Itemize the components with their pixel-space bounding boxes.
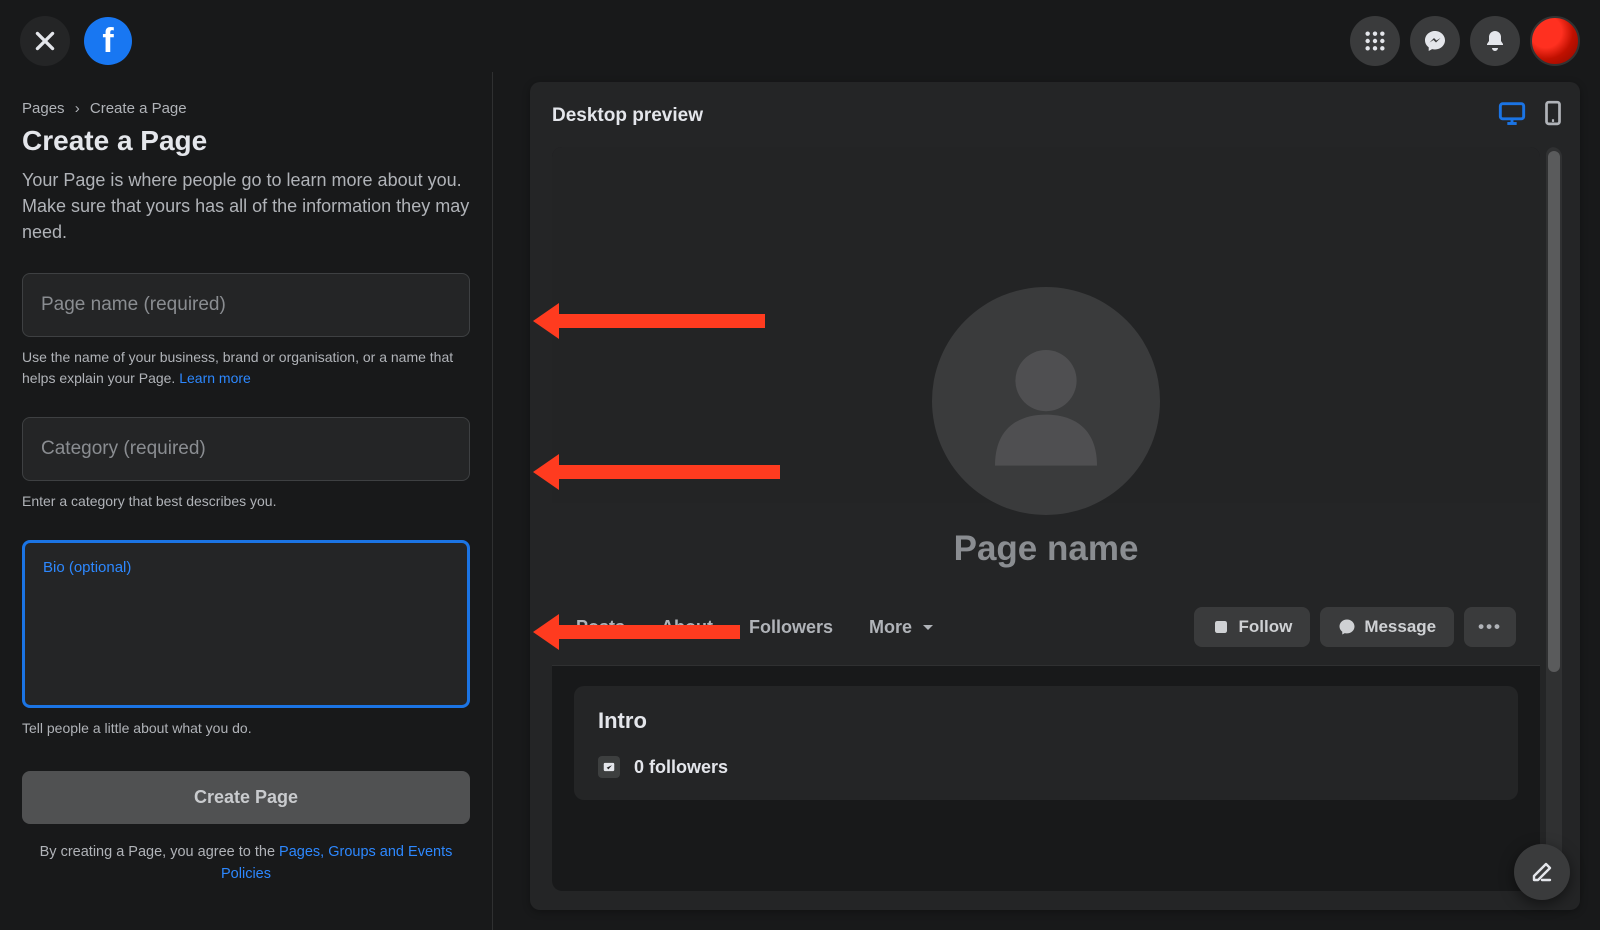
preview-scrollbar[interactable]	[1546, 147, 1562, 891]
tab-followers[interactable]: Followers	[749, 617, 833, 638]
menu-grid-button[interactable]	[1350, 16, 1400, 66]
preview-title: Desktop preview	[552, 105, 703, 127]
followers-count: 0 followers	[634, 757, 728, 778]
follow-icon	[1212, 618, 1230, 636]
app-header: f	[0, 0, 1600, 72]
page-name-input[interactable]: Page name (required)	[22, 273, 470, 337]
message-button[interactable]: Message	[1320, 607, 1454, 647]
close-icon	[32, 28, 58, 54]
mobile-icon	[1544, 100, 1562, 126]
messenger-icon	[1423, 29, 1447, 53]
compose-icon	[1530, 860, 1554, 884]
preview-content: Page name Posts About Followers More Fol…	[552, 147, 1540, 891]
breadcrumb: Pages › Create a Page	[22, 100, 470, 117]
tab-more[interactable]: More	[869, 617, 934, 638]
device-toggle	[1498, 100, 1562, 131]
desktop-preview-button[interactable]	[1498, 101, 1526, 130]
category-helper: Enter a category that best describes you…	[22, 491, 470, 512]
legal-text: By creating a Page, you agree to the Pag…	[22, 842, 470, 886]
messenger-button[interactable]	[1410, 16, 1460, 66]
chevron-down-icon	[922, 623, 934, 633]
compose-fab[interactable]	[1514, 844, 1570, 900]
breadcrumb-separator: ›	[75, 100, 80, 117]
breadcrumb-root[interactable]: Pages	[22, 100, 65, 117]
header-right	[1350, 16, 1580, 66]
preview-panel: Desktop preview Page name Posts	[530, 82, 1580, 910]
desktop-icon	[1498, 101, 1526, 125]
scrollbar-thumb[interactable]	[1548, 151, 1560, 672]
notifications-button[interactable]	[1470, 16, 1520, 66]
followers-badge-icon	[598, 756, 620, 778]
profile-avatar[interactable]	[1530, 16, 1580, 66]
profile-photo-placeholder	[932, 287, 1160, 515]
preview-page-name: Page name	[552, 529, 1540, 569]
page-header: Page name	[552, 503, 1540, 599]
bio-helper: Tell people a little about what you do.	[22, 718, 470, 739]
bio-label: Bio (optional)	[43, 559, 131, 576]
intro-title: Intro	[598, 708, 1494, 734]
create-page-button[interactable]: Create Page	[22, 771, 470, 824]
page-description: Your Page is where people go to learn mo…	[22, 167, 470, 245]
bio-input[interactable]: Bio (optional)	[22, 540, 470, 708]
create-page-sidebar: Pages › Create a Page Create a Page Your…	[0, 72, 493, 930]
followers-row: 0 followers	[598, 756, 1494, 778]
avatar-placeholder-icon	[961, 316, 1131, 486]
breadcrumb-current: Create a Page	[90, 100, 187, 117]
menu-grid-icon	[1364, 30, 1386, 52]
preview-actions: Follow Message •••	[1194, 607, 1516, 647]
message-icon	[1338, 618, 1356, 636]
bell-icon	[1483, 29, 1507, 53]
annotation-arrow	[555, 625, 740, 639]
learn-more-link[interactable]: Learn more	[179, 370, 251, 386]
intro-card: Intro 0 followers	[574, 686, 1518, 800]
mobile-preview-button[interactable]	[1544, 100, 1562, 131]
follow-button[interactable]: Follow	[1194, 607, 1310, 647]
close-button[interactable]	[20, 16, 70, 66]
preview-body: Page name Posts About Followers More Fol…	[552, 147, 1562, 891]
annotation-arrow	[555, 314, 765, 328]
annotation-arrow	[555, 465, 780, 479]
facebook-logo[interactable]: f	[84, 17, 132, 65]
page-name-helper: Use the name of your business, brand or …	[22, 347, 470, 389]
page-title: Create a Page	[22, 125, 470, 157]
category-input[interactable]: Category (required)	[22, 417, 470, 481]
header-left: f	[20, 16, 132, 66]
more-actions-button[interactable]: •••	[1464, 607, 1516, 647]
preview-header: Desktop preview	[552, 100, 1562, 131]
